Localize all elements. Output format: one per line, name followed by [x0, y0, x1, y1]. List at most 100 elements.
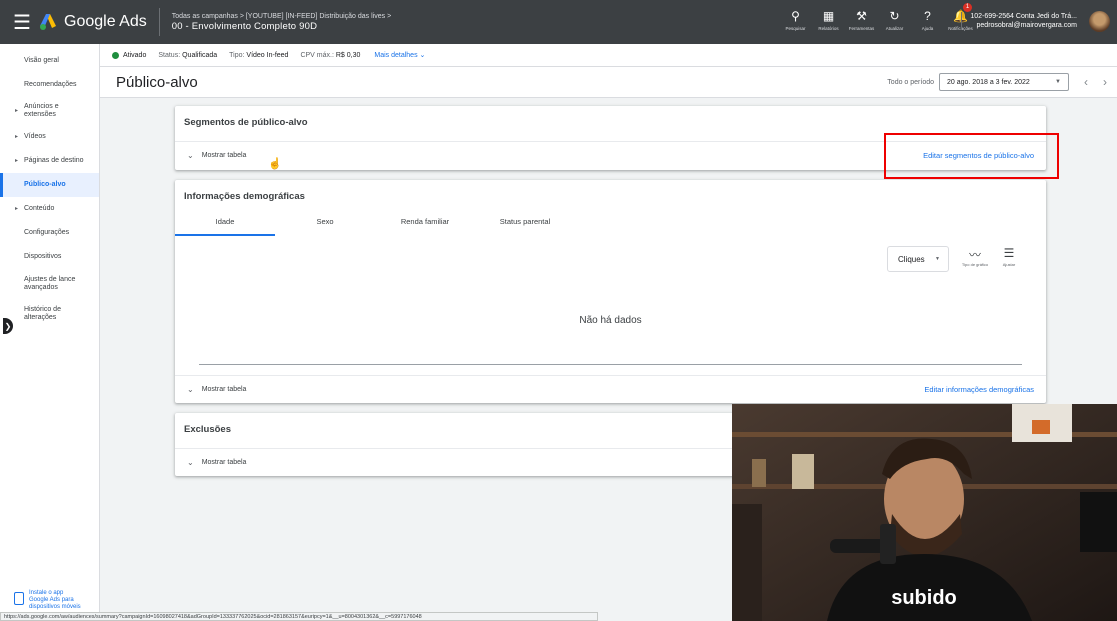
adjust-button[interactable]: ☰ Ajustar — [994, 246, 1024, 267]
red-highlight-box — [884, 133, 1059, 179]
cpv-value: R$ 0,30 — [335, 51, 361, 59]
sidebar-item-bid-adjustments[interactable]: Ajustes de lance avançados — [0, 269, 99, 299]
next-period-icon[interactable]: › — [1103, 75, 1107, 89]
status-dot-icon — [112, 51, 119, 59]
refresh-button[interactable]: ↻ Atualizar — [878, 6, 911, 31]
sliders-icon: ☰ — [1003, 246, 1015, 260]
more-details-link[interactable]: Mais detalhes ⌄ — [374, 51, 425, 59]
divider — [158, 8, 160, 36]
reports-icon: ▦ — [822, 9, 835, 23]
tab-gender[interactable]: Sexo — [275, 210, 375, 236]
top-bar: ☰ Google Ads Todas as campanhas > [YOUTU… — [0, 0, 1117, 44]
shirt-text: subido — [891, 587, 957, 609]
prev-period-icon[interactable]: ‹ — [1084, 75, 1088, 89]
show-table-toggle[interactable]: Mostrar tabela — [202, 386, 247, 393]
caret-down-icon: ▼ — [935, 256, 940, 262]
tab-age[interactable]: Idade — [175, 210, 275, 236]
chart-type-button[interactable]: 〰 Tipo de gráfico — [960, 246, 990, 267]
sidebar-item-label: Configurações — [24, 229, 70, 236]
sidebar-item-ads-extensions[interactable]: ▸ Anúncios e extensões — [0, 97, 99, 125]
campaign-status-bar: Ativado Status: Qualificada Tipo: Vídeo … — [100, 44, 1117, 67]
show-table-toggle[interactable]: Mostrar tabela — [202, 459, 247, 466]
sidebar: Visão geral Recomendações ▸ Anúncios e ex… — [0, 44, 100, 621]
date-range-value: 20 ago. 2018 a 3 fev. 2022 — [947, 78, 1030, 86]
account-id: 102-699-2564 Conta Jedi do Trá... — [970, 13, 1077, 20]
chart-type-label: Tipo de gráfico — [961, 262, 989, 267]
toolbar: ⚲ Pesquisar ▦ Relatórios ⚒ Ferramentas ↻ Atu… — [779, 3, 977, 31]
chart-baseline — [199, 364, 1022, 365]
page-title: Público-alvo — [116, 73, 198, 91]
webcam-person-image: subido — [732, 404, 1117, 621]
metric-select[interactable]: Cliques ▼ — [887, 246, 949, 272]
chevron-down-icon[interactable]: ⌄ — [187, 385, 194, 394]
card-footer: ⌄ Mostrar tabela Editar informações demo… — [175, 375, 1046, 403]
sidebar-item-landing-pages[interactable]: ▸ Páginas de destino — [0, 149, 99, 173]
sidebar-item-audiences[interactable]: Público-alvo — [0, 173, 99, 197]
tools-label: Ferramentas — [848, 26, 875, 31]
metric-value: Cliques — [898, 254, 925, 264]
chevron-right-icon: ▸ — [15, 134, 19, 140]
reports-label: Relatórios — [818, 26, 839, 31]
reports-button[interactable]: ▦ Relatórios — [812, 6, 845, 31]
account-email: pedrosobral@mairovergara.com — [976, 22, 1077, 29]
adjust-label: Ajustar — [1002, 262, 1016, 267]
search-icon: ⚲ — [791, 9, 800, 23]
search-button[interactable]: ⚲ Pesquisar — [779, 6, 812, 31]
campaign-name[interactable]: 00 - Envolvimento Completo 90D — [172, 22, 391, 32]
tools-button[interactable]: ⚒ Ferramentas — [845, 6, 878, 31]
tab-household-income[interactable]: Renda familiar — [375, 210, 475, 236]
sidebar-item-label: Recomendações — [24, 81, 77, 88]
sidebar-item-change-history[interactable]: Histórico de alterações — [0, 299, 99, 329]
sidebar-item-label: Dispositivos — [24, 253, 62, 260]
chevron-right-icon: ▸ — [15, 158, 19, 164]
google-ads-logo-icon — [40, 14, 56, 30]
menu-icon[interactable]: ☰ — [0, 0, 44, 44]
status-url: https://ads.google.com/aw/audiences/summ… — [0, 612, 598, 621]
sidebar-item-label: Histórico de alterações — [24, 306, 61, 321]
no-data-message: Não há dados — [579, 315, 642, 326]
sidebar-item-videos[interactable]: ▸ Vídeos — [0, 125, 99, 149]
more-details-label: Mais detalhes — [374, 52, 418, 59]
sidebar-item-label: Conteúdo — [24, 205, 55, 212]
demographics-tabs: Idade Sexo Renda familiar Status parenta… — [175, 210, 575, 236]
sidebar-item-overview[interactable]: Visão geral — [0, 49, 99, 73]
edit-demographics-link[interactable]: Editar informações demográficas — [924, 385, 1034, 394]
refresh-label: Atualizar — [885, 26, 904, 31]
line-chart-icon: 〰 — [968, 248, 981, 262]
help-button[interactable]: ? Ajuda — [911, 6, 944, 31]
hand-cursor-icon: ☝ — [268, 158, 282, 170]
demographics-card: Informações demográficas Idade Sexo Rend… — [175, 180, 1046, 403]
sidebar-item-content[interactable]: ▸ Conteúdo — [0, 197, 99, 221]
chevron-right-icon: ▸ — [15, 206, 19, 212]
phone-icon — [14, 592, 24, 605]
sidebar-item-devices[interactable]: Dispositivos — [0, 245, 99, 269]
status-state: Ativado — [123, 51, 147, 59]
search-label: Pesquisar — [785, 26, 806, 31]
mobile-app-promo[interactable]: Instale o app Google Ads para dispositiv… — [14, 590, 84, 611]
sidebar-item-recommendations[interactable]: Recomendações — [0, 73, 99, 97]
tools-icon: ⚒ — [856, 9, 867, 23]
chevron-down-icon[interactable]: ⌄ — [187, 151, 194, 160]
card-title: Informações demográficas — [184, 191, 305, 202]
notification-badge: 1 — [963, 3, 972, 12]
chevron-right-icon: ▸ — [15, 108, 19, 114]
sidebar-item-label: Anúncios e extensões — [24, 103, 59, 118]
account-switcher[interactable]: 102-699-2564 Conta Jedi do Trá... pedros… — [961, 12, 1077, 30]
chevron-down-icon: ⌄ — [419, 52, 426, 59]
sidebar-item-label: Vídeos — [24, 133, 46, 140]
avatar[interactable] — [1089, 11, 1110, 32]
help-icon: ? — [924, 9, 931, 23]
sidebar-item-label: Público-alvo — [24, 181, 66, 188]
page-header: Público-alvo Todo o período 20 ago. 2018… — [100, 67, 1117, 98]
period-label: Todo o período — [887, 78, 934, 86]
date-range-select[interactable]: 20 ago. 2018 a 3 fev. 2022 ▼ — [939, 73, 1069, 91]
sidebar-item-settings[interactable]: Configurações — [0, 221, 99, 245]
tab-parental-status[interactable]: Status parental — [475, 210, 575, 236]
cpv-label: CPV máx.: — [300, 51, 334, 59]
google-ads-logo[interactable]: Google Ads — [40, 13, 147, 31]
type-label: Tipo: — [229, 51, 245, 59]
breadcrumb[interactable]: Todas as campanhas > [YOUTUBE] [IN-FEED]… — [172, 12, 391, 32]
caret-down-icon: ▼ — [1055, 79, 1061, 85]
show-table-toggle[interactable]: Mostrar tabela — [202, 152, 247, 159]
chevron-down-icon[interactable]: ⌄ — [187, 458, 194, 467]
